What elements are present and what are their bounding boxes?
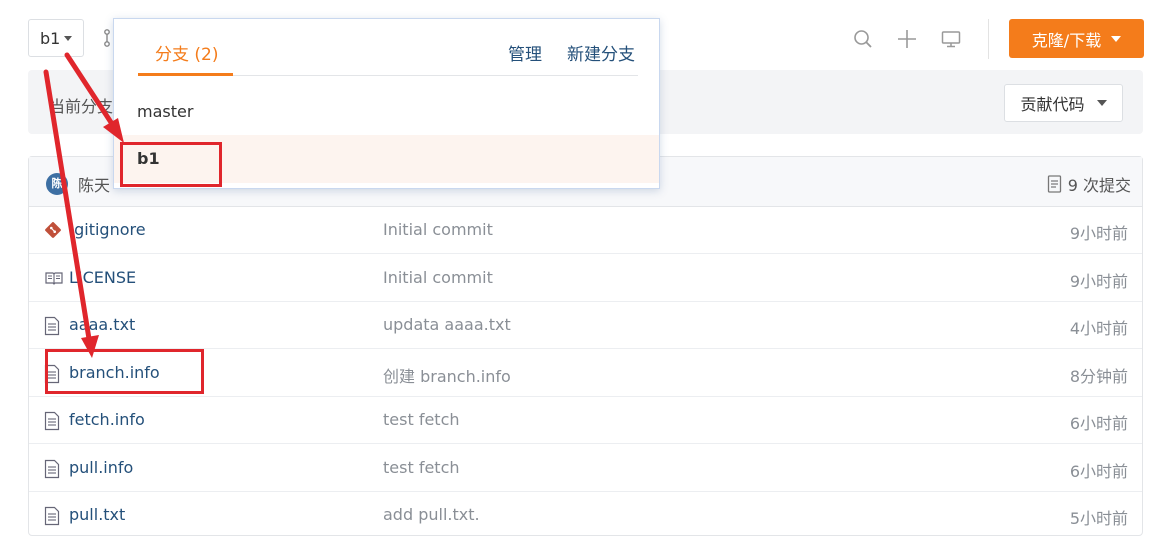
monitor-icon[interactable] xyxy=(941,29,961,53)
commit-count-label: 9 次提交 xyxy=(1067,176,1131,195)
tab-active-indicator xyxy=(138,73,233,76)
branch-select-button[interactable]: b1 xyxy=(28,19,84,57)
commit-list-icon xyxy=(1047,175,1061,193)
commit-time: 9小时前 xyxy=(1069,271,1128,291)
commit-time: 8分钟前 xyxy=(1069,366,1128,386)
new-branch-link[interactable]: 新建分支 xyxy=(567,40,635,65)
table-row[interactable]: fetch.info test fetch 6小时前 xyxy=(29,397,1142,444)
table-row[interactable]: LICENSE Initial commit 9小时前 xyxy=(29,255,1142,302)
commit-time: 4小时前 xyxy=(1069,319,1128,338)
commit-message-link[interactable]: test fetch xyxy=(383,410,460,429)
file-name-link[interactable]: pull.txt xyxy=(69,505,125,524)
table-row[interactable]: pull.info test fetch 6小时前 xyxy=(29,445,1142,492)
git-icon xyxy=(44,221,62,243)
chevron-down-icon xyxy=(1096,100,1107,106)
file-name-link[interactable]: LICENSE xyxy=(69,268,136,287)
clone-download-label: 克隆/下载 xyxy=(1031,30,1102,50)
avatar[interactable]: 陈 xyxy=(46,173,68,195)
toolbar-divider xyxy=(988,19,989,59)
file-name-link[interactable]: .gitignore xyxy=(69,220,146,239)
highlight-box-branch-info xyxy=(45,349,204,394)
table-row[interactable]: .gitignore Initial commit 9小时前 xyxy=(29,207,1142,254)
file-icon xyxy=(44,506,60,530)
plus-icon[interactable] xyxy=(897,29,917,53)
commit-message-link[interactable]: add pull.txt. xyxy=(383,505,480,524)
file-name-link[interactable]: pull.info xyxy=(69,458,133,477)
commit-time: 6小时前 xyxy=(1069,414,1128,433)
contribute-code-label: 贡献代码 xyxy=(1020,95,1085,114)
chevron-down-icon xyxy=(64,35,73,41)
commit-time: 9小时前 xyxy=(1069,224,1128,243)
current-branch-label: 当前分支 xyxy=(49,97,114,116)
commit-author[interactable]: 陈天 xyxy=(78,172,110,196)
commit-time: 5小时前 xyxy=(1069,509,1128,528)
clone-download-button[interactable]: 克隆/下载 xyxy=(1009,19,1144,58)
commit-message-link[interactable]: updata aaaa.txt xyxy=(383,315,511,334)
highlight-box-b1 xyxy=(120,142,222,187)
table-row[interactable]: pull.txt add pull.txt. 5小时前 xyxy=(29,492,1142,539)
file-name-link[interactable]: aaaa.txt xyxy=(69,315,135,334)
commit-message-link[interactable]: test fetch xyxy=(383,458,460,477)
search-icon[interactable] xyxy=(853,29,873,53)
manage-branches-link[interactable]: 管理 xyxy=(508,40,542,65)
chevron-down-icon xyxy=(1111,35,1122,42)
branch-select-label: b1 xyxy=(40,28,61,48)
tab-branches[interactable]: 分支 (2) xyxy=(155,40,218,65)
commit-message-link[interactable]: Initial commit xyxy=(383,268,493,287)
commit-time: 6小时前 xyxy=(1069,461,1128,481)
file-table: 陈 陈天 9 次提交 .gitignore Initial commit 9小时前 L… xyxy=(28,156,1143,536)
book-icon xyxy=(44,269,64,291)
file-name-link[interactable]: fetch.info xyxy=(69,410,145,429)
file-icon xyxy=(44,459,60,483)
commit-count-link[interactable]: 9 次提交 xyxy=(1047,172,1131,196)
contribute-code-button[interactable]: 贡献代码 xyxy=(1004,84,1123,122)
commit-message-link[interactable]: Initial commit xyxy=(383,220,493,239)
branch-option-master[interactable]: master xyxy=(114,88,659,136)
table-row[interactable]: aaaa.txt updata aaaa.txt 4小时前 xyxy=(29,302,1142,349)
file-icon xyxy=(44,316,60,340)
commit-message-link[interactable]: 创建 branch.info xyxy=(383,363,511,387)
file-icon xyxy=(44,411,60,435)
